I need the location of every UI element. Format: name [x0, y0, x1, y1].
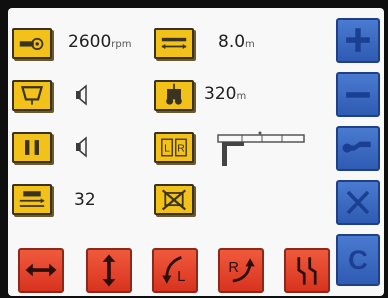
- marker-switch-icon: [297, 257, 317, 285]
- turn-left-label: L: [177, 269, 185, 285]
- turn-left-button[interactable]: L: [152, 248, 198, 293]
- left-right-section-icon[interactable]: L R: [154, 132, 194, 163]
- speaker-icon[interactable]: [74, 136, 90, 158]
- plus-button[interactable]: [336, 18, 380, 63]
- tractor-distance-icon[interactable]: [154, 80, 194, 111]
- pto-rpm-icon[interactable]: [12, 28, 52, 59]
- rpm-readout: 2600rpm: [68, 32, 131, 52]
- area-unit: m: [236, 91, 247, 102]
- seed-counter-icon[interactable]: [12, 184, 52, 215]
- width-value: 8.0: [218, 32, 246, 52]
- disabled-function-icon[interactable]: [154, 184, 194, 215]
- working-width-icon[interactable]: [154, 28, 194, 59]
- close-icon: [346, 190, 370, 215]
- horizontal-arrows-icon: [25, 263, 57, 277]
- marker-switch-button[interactable]: [284, 248, 330, 293]
- hopper-icon[interactable]: [12, 80, 52, 111]
- c-icon: C: [348, 244, 368, 275]
- horizontal-adjust-button[interactable]: [18, 248, 64, 293]
- area-value: 320: [204, 84, 237, 104]
- turn-right-icon: R: [228, 258, 255, 283]
- area-readout: 320m: [204, 84, 246, 104]
- counter-readout: 32: [74, 190, 96, 210]
- turn-left-icon: L: [162, 256, 185, 285]
- vertical-arrows-icon: [102, 254, 116, 287]
- vertical-adjust-button[interactable]: [86, 248, 132, 293]
- settings-button[interactable]: [336, 126, 380, 171]
- cancel-button[interactable]: [336, 180, 380, 225]
- rpm-unit: rpm: [111, 39, 132, 50]
- width-readout: 8.0m: [218, 32, 255, 52]
- lr-label-right: R: [177, 143, 185, 154]
- rpm-value: 2600: [68, 32, 112, 52]
- turn-right-label: R: [228, 260, 239, 276]
- clear-button[interactable]: C: [336, 234, 380, 286]
- plus-icon: [346, 28, 370, 52]
- speaker-icon[interactable]: [74, 84, 90, 106]
- minus-icon: [346, 92, 370, 98]
- pause-icon[interactable]: [12, 132, 52, 163]
- clear-label: C: [348, 244, 368, 275]
- terminal-screen: 2600rpm 8.0m 320m L R 32 C L R: [8, 8, 384, 296]
- minus-button[interactable]: [336, 72, 380, 117]
- width-unit: m: [245, 39, 255, 50]
- lr-label-left: L: [164, 143, 170, 154]
- turn-right-button[interactable]: R: [218, 248, 264, 293]
- wrench-icon: [342, 141, 371, 153]
- lift-position-icon: [217, 131, 305, 166]
